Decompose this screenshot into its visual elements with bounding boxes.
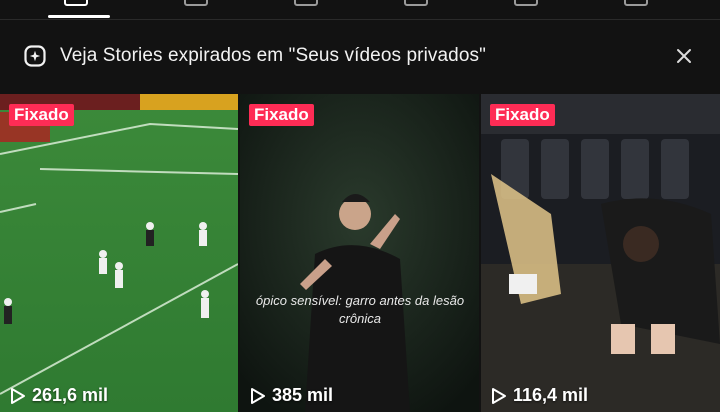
view-count: 116,4 mil xyxy=(491,385,588,406)
pinned-badge: Fixado xyxy=(249,104,314,126)
view-count: 261,6 mil xyxy=(10,385,108,406)
view-count-text: 385 mil xyxy=(272,385,334,405)
play-icon xyxy=(11,387,25,404)
video-thumbnail xyxy=(481,94,720,412)
view-count-text: 261,6 mil xyxy=(32,385,109,405)
video-tile-2[interactable]: Fixado ópico sensível: garro antes da le… xyxy=(240,94,479,412)
caption-line-1: ópico sensível: garro antes da lesão xyxy=(255,293,465,308)
caption-line-2: crônica xyxy=(339,311,381,326)
tab-liked[interactable] xyxy=(498,0,544,12)
lock-icon xyxy=(404,0,428,6)
video-thumbnail xyxy=(0,94,238,412)
video-tile-3[interactable]: Fixado 116,4 mil xyxy=(481,94,720,412)
tab-saved[interactable] xyxy=(278,0,324,12)
view-count: 385 mil xyxy=(250,385,333,406)
grid-icon xyxy=(64,0,88,6)
video-tile-1[interactable]: Fixado 261,6 mil xyxy=(0,94,238,412)
tab-reposts[interactable] xyxy=(168,0,214,12)
view-count-text: 116,4 mil xyxy=(513,385,589,405)
profile-tab-bar xyxy=(0,0,720,20)
close-icon[interactable] xyxy=(672,44,696,68)
more-icon xyxy=(624,0,648,6)
active-tab-indicator xyxy=(48,15,110,18)
tab-more[interactable] xyxy=(608,0,654,12)
banner-text: Veja Stories expirados em "Seus vídeos p… xyxy=(60,45,486,66)
bookmark-icon xyxy=(294,0,318,6)
tab-videos[interactable] xyxy=(48,0,94,12)
heart-icon xyxy=(514,0,538,6)
play-icon xyxy=(251,387,265,404)
expired-stories-banner[interactable]: Veja Stories expirados em "Seus vídeos p… xyxy=(0,20,720,94)
sparkle-plus-icon xyxy=(24,45,46,67)
tab-private[interactable] xyxy=(388,0,434,12)
play-icon xyxy=(492,387,506,404)
repost-icon xyxy=(184,0,208,6)
video-grid: Fixado 261,6 mil Fixado ópico sensível: … xyxy=(0,94,720,412)
video-thumbnail xyxy=(240,94,479,412)
pinned-badge: Fixado xyxy=(490,104,555,126)
pinned-badge: Fixado xyxy=(9,104,74,126)
video-caption: ópico sensível: garro antes da lesão crô… xyxy=(240,292,479,328)
